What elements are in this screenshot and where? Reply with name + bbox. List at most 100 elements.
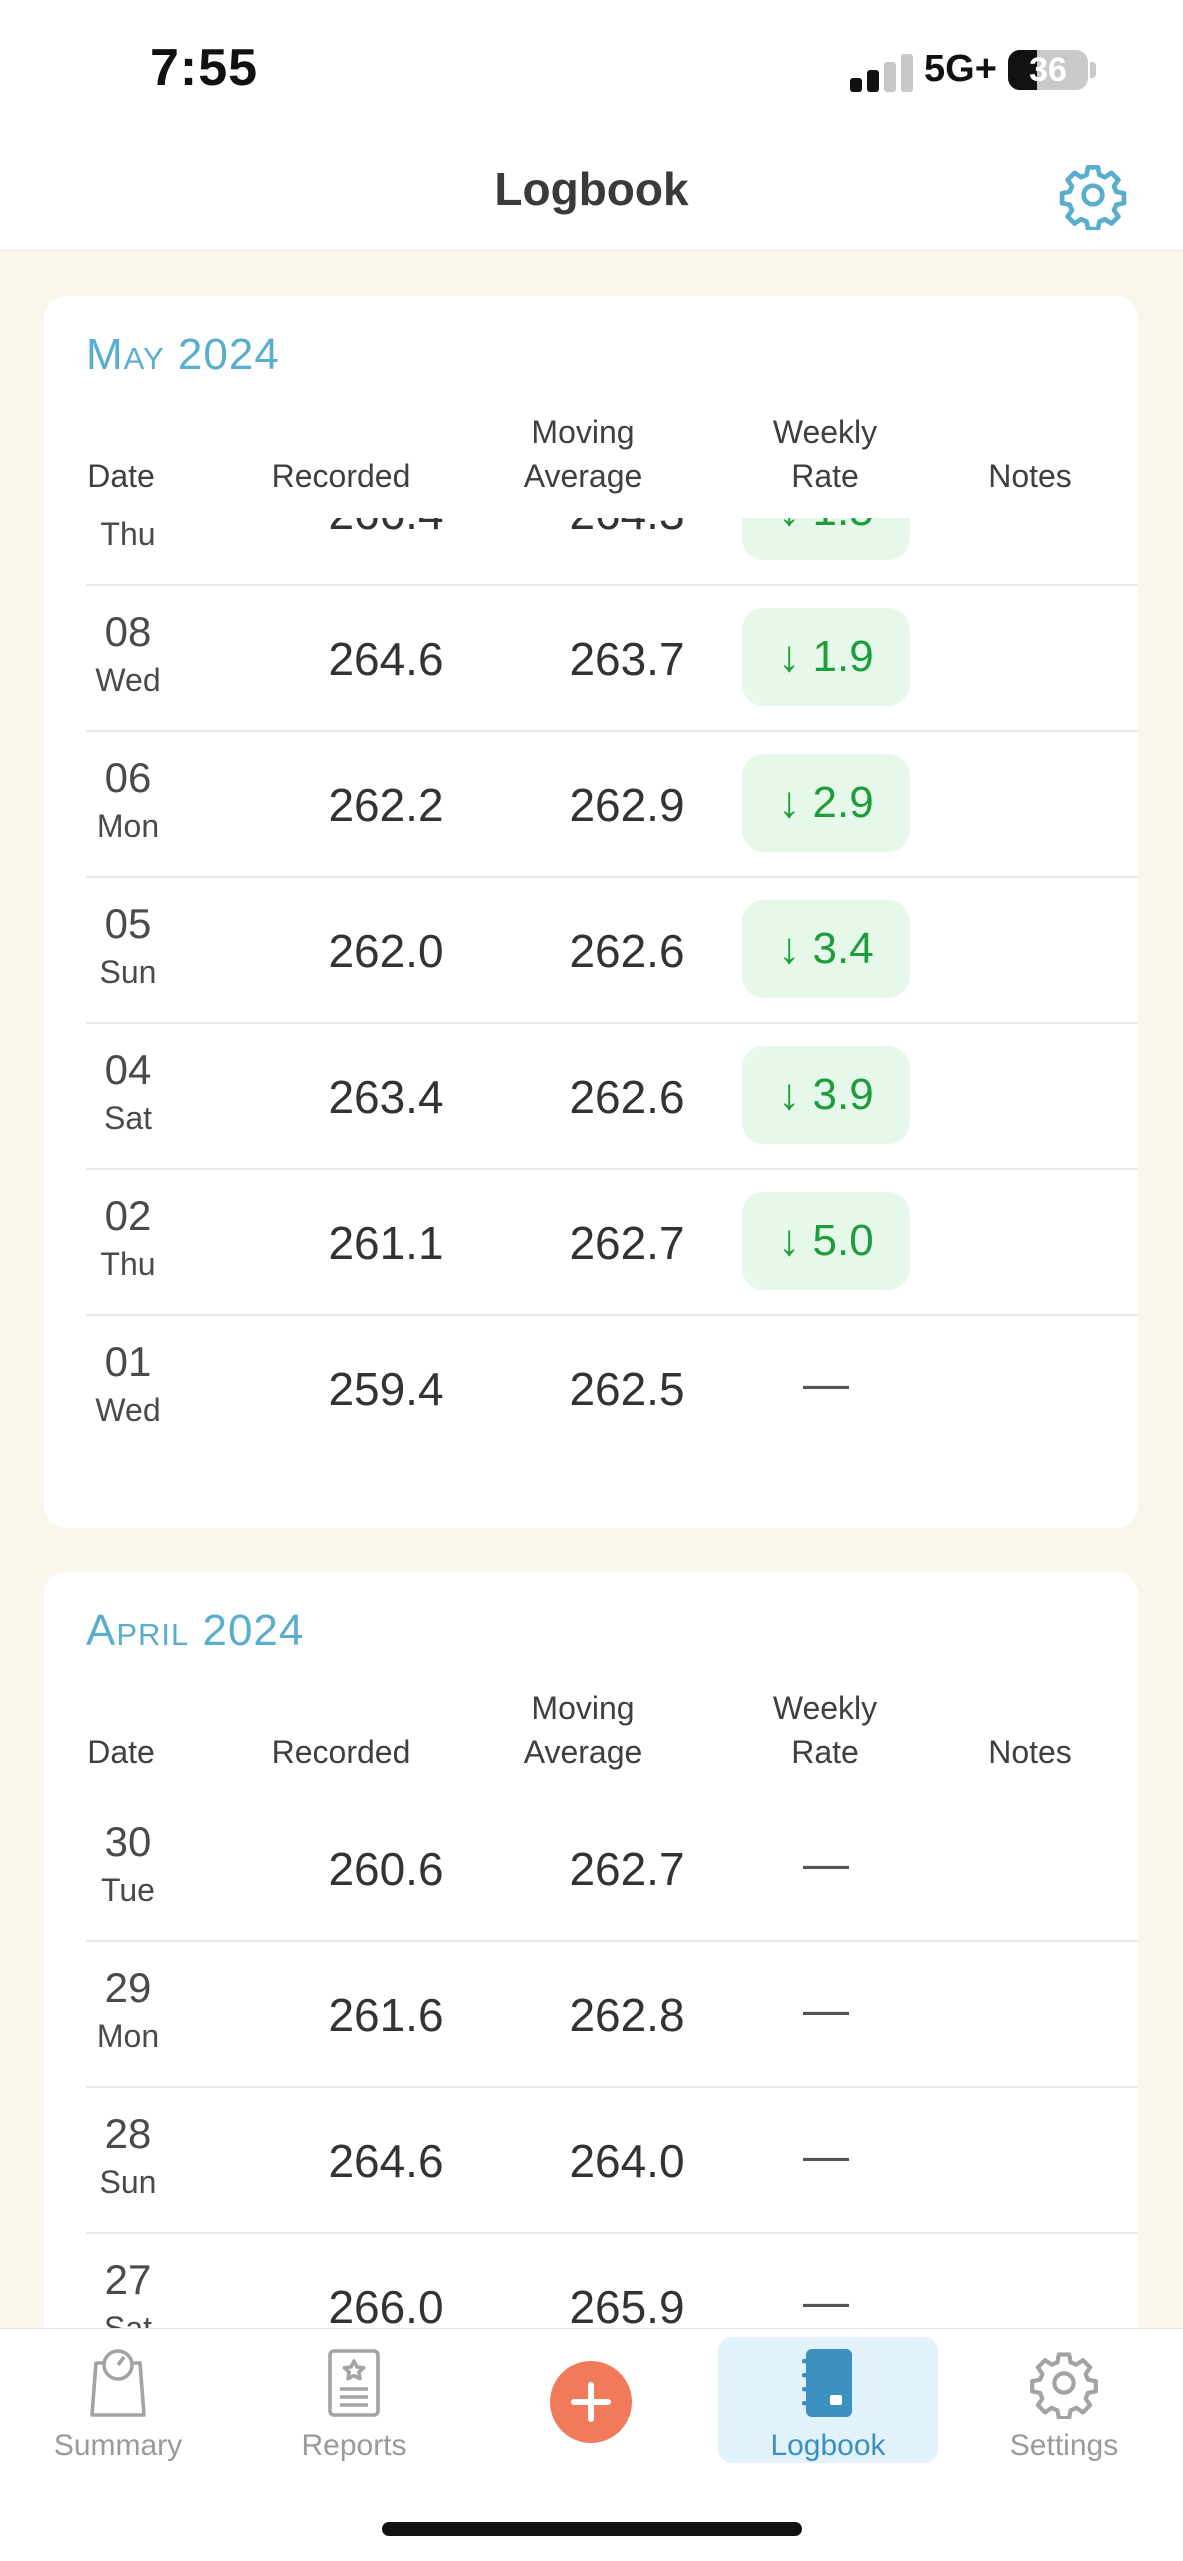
log-table: 09 Thu 266.4 264.3 ↓ 1.5 08 Wed 264.6 26… [86, 518, 1138, 1528]
row-moving-average: 262.8 [569, 1989, 685, 2041]
log-row[interactable]: 09 Thu 266.4 264.3 ↓ 1.5 [86, 518, 1138, 586]
row-weekday: Sun [99, 2164, 157, 2200]
tab-logbook[interactable]: Logbook [710, 2329, 946, 2479]
row-day: 02 [104, 1192, 152, 1239]
signal-icon [850, 52, 914, 92]
add-entry-button[interactable] [550, 2361, 632, 2443]
scale-icon [90, 2349, 146, 2417]
column-header-moving-average: Moving Average [523, 414, 643, 494]
row-recorded: 264.6 [328, 633, 444, 685]
tab-label: Reports [301, 2429, 407, 2462]
plus-icon [571, 2382, 611, 2422]
row-moving-average: 264.0 [569, 2135, 685, 2187]
column-header-weekly-rate: Weekly Rate [772, 414, 878, 494]
gear-icon [1059, 164, 1127, 232]
row-moving-average: 263.7 [569, 633, 685, 685]
tab-settings[interactable]: Settings [946, 2329, 1182, 2479]
row-weekday: Tue [101, 1872, 155, 1908]
page-title: Logbook [494, 163, 689, 215]
tab-reports[interactable]: Reports [236, 2329, 472, 2479]
row-weekly-rate: — [803, 1983, 849, 2035]
log-row[interactable]: 05 Sun 262.0 262.6 ↓ 3.4 [86, 876, 1138, 1024]
log-row[interactable]: 30 Tue 260.6 262.7 — [86, 1794, 1138, 1942]
row-weekday: Thu [100, 1246, 156, 1282]
month-title: April 2024 [86, 1606, 305, 1655]
row-weekly-rate: ↓ 3.9 [742, 1046, 910, 1144]
row-moving-average: 262.5 [569, 1363, 685, 1415]
log-row[interactable]: 04 Sat 263.4 262.6 ↓ 3.9 [86, 1022, 1138, 1170]
battery-tip [1090, 62, 1096, 78]
tab-label: Summary [53, 2429, 183, 2462]
month-title: May 2024 [86, 330, 280, 379]
log-row[interactable]: 08 Wed 264.6 263.7 ↓ 1.9 [86, 584, 1138, 732]
row-day: 04 [104, 1046, 152, 1093]
column-header-recorded: Recorded [271, 458, 411, 494]
log-row[interactable]: 29 Mon 261.6 262.8 — [86, 1940, 1138, 2088]
row-day: 05 [104, 900, 152, 947]
nav-bar: Logbook [0, 140, 1183, 251]
row-recorded: 266.4 [266, 518, 506, 540]
tab-summary[interactable]: Summary [0, 2329, 236, 2479]
row-moving-average: 262.7 [569, 1217, 685, 1269]
row-weekly-rate: ↓ 3.4 [742, 900, 910, 998]
row-weekday: Wed [95, 662, 161, 698]
row-weekday: Sat [103, 1100, 153, 1136]
row-day: 27 [104, 2256, 152, 2303]
row-weekly-rate: — [803, 2129, 849, 2181]
row-recorded: 263.4 [328, 1071, 444, 1123]
row-day: 06 [104, 754, 152, 801]
row-weekday: Mon [96, 2018, 160, 2054]
row-day: 30 [104, 1818, 152, 1865]
row-day: 08 [104, 608, 152, 655]
row-weekly-rate: — [803, 1837, 849, 1889]
row-recorded: 260.6 [328, 1843, 444, 1895]
tab-add[interactable] [473, 2329, 709, 2479]
report-icon [328, 2349, 380, 2417]
row-recorded: 262.2 [328, 779, 444, 831]
row-moving-average: 262.6 [569, 1071, 685, 1123]
row-weekly-rate: ↓ 1.5 [742, 518, 910, 560]
log-table: 30 Tue 260.6 262.7 — 29 Mon 261.6 262.8 … [86, 1794, 1138, 2332]
column-header-date: Date [87, 1734, 155, 1770]
row-weekday: Sun [99, 954, 157, 990]
row-weekly-rate: ↓ 5.0 [742, 1192, 910, 1290]
column-header-moving-average: Moving Average [523, 1690, 643, 1770]
battery-level: 36 [1029, 51, 1067, 89]
row-moving-average: 262.6 [569, 925, 685, 977]
row-weekly-rate: — [803, 1357, 849, 1409]
row-weekday: Mon [96, 808, 160, 844]
row-weekday: Wed [95, 1392, 161, 1428]
log-row[interactable]: 06 Mon 262.2 262.9 ↓ 2.9 [86, 730, 1138, 878]
settings-gear-button[interactable] [1058, 160, 1128, 232]
status-bar: 7:55 5G+ 36 [0, 0, 1183, 140]
log-row[interactable]: 02 Thu 261.1 262.7 ↓ 5.0 [86, 1168, 1138, 1316]
row-moving-average: 262.9 [569, 779, 685, 831]
row-weekly-rate: ↓ 2.9 [742, 754, 910, 852]
log-row[interactable]: 28 Sun 264.6 264.0 — [86, 2086, 1138, 2234]
row-recorded: 259.4 [328, 1363, 444, 1415]
tab-label: Logbook [770, 2429, 886, 2462]
notebook-icon [802, 2349, 852, 2417]
row-recorded: 264.6 [328, 2135, 444, 2187]
column-header-date: Date [87, 458, 155, 494]
month-card-may: May 2024 Date Recorded Moving Average Wee… [44, 296, 1138, 1528]
row-moving-average: 265.9 [569, 2281, 685, 2332]
row-recorded: 261.6 [328, 1989, 444, 2041]
row-weekly-rate: — [803, 2275, 849, 2327]
row-moving-average: 262.7 [569, 1843, 685, 1895]
row-recorded: 262.0 [328, 925, 444, 977]
log-row[interactable]: 01 Wed 259.4 262.5 — [86, 1314, 1138, 1460]
row-recorded: 261.1 [328, 1217, 444, 1269]
row-weekly-rate: ↓ 1.9 [742, 608, 910, 706]
column-header-notes: Notes [988, 1734, 1072, 1770]
row-weekday: Thu [100, 518, 156, 552]
log-row[interactable]: 27 Sat 266.0 265.9 — [86, 2232, 1138, 2332]
network-label: 5G+ [924, 48, 997, 90]
column-header-weekly-rate: Weekly Rate [772, 1690, 878, 1770]
column-header-recorded: Recorded [271, 1734, 411, 1770]
row-day: 29 [104, 1964, 152, 2011]
month-card-april: April 2024 Date Recorded Moving Average W… [44, 1572, 1138, 2332]
home-indicator [382, 2522, 802, 2536]
row-recorded: 266.0 [328, 2281, 444, 2332]
tab-label: Settings [1009, 2429, 1119, 2462]
